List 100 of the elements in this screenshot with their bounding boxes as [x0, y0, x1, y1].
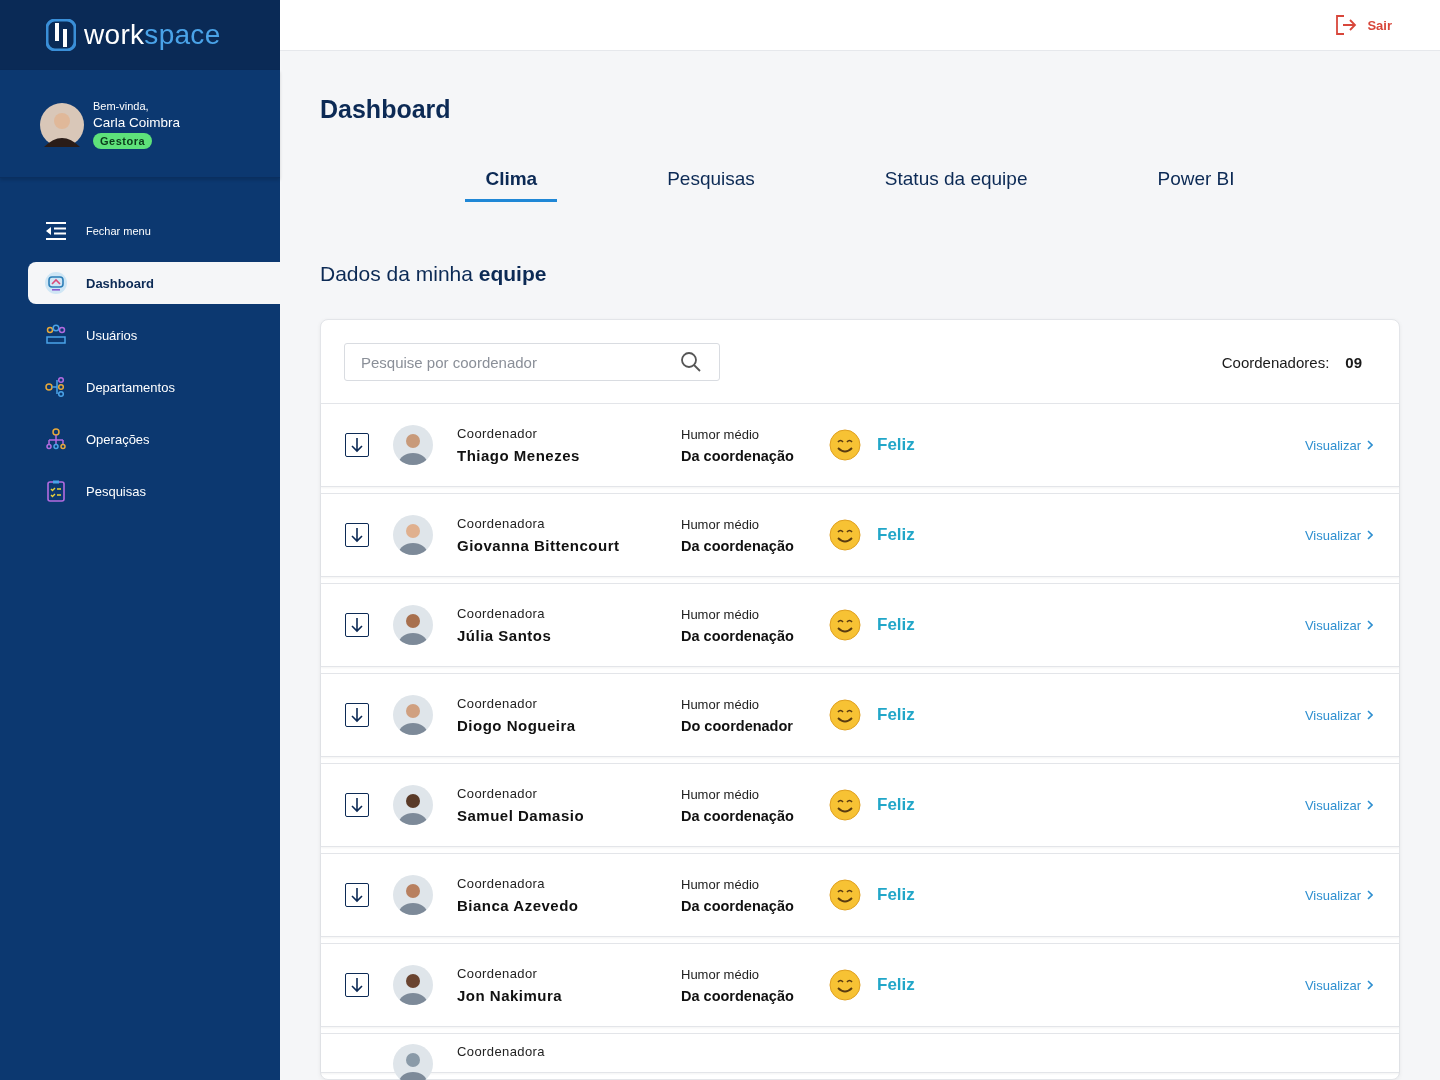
- mood-value: Feliz: [877, 795, 915, 815]
- coordinator-name: Bianca Azevedo: [457, 897, 580, 914]
- mood-scope: Do coordenador: [681, 717, 794, 734]
- view-link[interactable]: Visualizar: [1304, 437, 1373, 453]
- role-label: Coordenador: [457, 696, 539, 711]
- nav-item[interactable]: Pesquisas: [28, 470, 280, 512]
- role-label: Coordenador: [457, 426, 539, 441]
- smiley-icon: [829, 699, 861, 731]
- mood-value: Feliz: [877, 615, 915, 635]
- view-link[interactable]: Visualizar: [1304, 977, 1373, 993]
- nav-item[interactable]: Dashboard: [28, 262, 280, 304]
- greeting: Bem-vinda,: [93, 100, 150, 112]
- logo-text: workspace: [84, 19, 221, 51]
- search-field[interactable]: Pesquise por coordenador: [344, 343, 720, 381]
- avatar: [393, 425, 433, 465]
- coordinator-name: Samuel Damasio: [457, 807, 586, 824]
- download-button[interactable]: [345, 433, 369, 457]
- smiley-icon: [829, 879, 861, 911]
- nav-item[interactable]: Departamentos: [28, 366, 280, 408]
- download-icon: [350, 887, 364, 903]
- mood-value: Feliz: [877, 885, 915, 905]
- menu-collapse-icon: [44, 221, 68, 241]
- role-label: Coordenadora: [457, 876, 546, 891]
- role-label: Coordenadora: [457, 516, 546, 531]
- mood-value: Feliz: [877, 525, 915, 545]
- tab[interactable]: Pesquisas: [647, 164, 775, 202]
- mood-value: Feliz: [877, 975, 915, 995]
- download-icon: [350, 797, 364, 813]
- logo-icon: [46, 19, 76, 51]
- avatar: [393, 605, 433, 645]
- search-icon: [680, 351, 702, 373]
- mood-label: Humor médio: [681, 786, 761, 802]
- avatar: [393, 875, 433, 915]
- avatar: [393, 785, 433, 825]
- mood-value: Feliz: [877, 435, 915, 455]
- avatar: [393, 965, 433, 1005]
- user-name: Carla Coimbra: [93, 115, 181, 130]
- nav-item[interactable]: Usuários: [28, 314, 280, 356]
- mood-scope: Da coordenação: [681, 627, 795, 644]
- mood-scope: Da coordenação: [681, 897, 795, 914]
- users-icon: [44, 323, 68, 347]
- smiley-icon: [829, 789, 861, 821]
- chevron-icon: [1367, 980, 1373, 990]
- chevron-icon: [1367, 710, 1373, 720]
- logout-icon: [1335, 14, 1358, 36]
- download-button[interactable]: [345, 793, 369, 817]
- mood-scope: Da coordenação: [681, 807, 795, 824]
- view-link[interactable]: Visualizar: [1304, 707, 1373, 723]
- download-button[interactable]: [345, 523, 369, 547]
- download-icon: [350, 617, 364, 633]
- chevron-icon: [1367, 530, 1373, 540]
- coordinator-name: Giovanna Bittencourt: [457, 537, 621, 554]
- download-button[interactable]: [345, 973, 369, 997]
- coordinator-name: Júlia Santos: [457, 627, 553, 644]
- clipboard-icon: [44, 479, 68, 503]
- mood-scope: Da coordenação: [681, 987, 795, 1004]
- view-link[interactable]: Visualizar: [1304, 527, 1373, 543]
- view-link[interactable]: Visualizar: [1304, 797, 1373, 813]
- nav-item[interactable]: Operações: [28, 418, 280, 460]
- role-label: Coordenador: [457, 786, 539, 801]
- chevron-icon: [1367, 890, 1373, 900]
- avatar: [393, 515, 433, 555]
- tab[interactable]: Clima: [465, 164, 558, 202]
- section-title: Dados da minha equipe: [320, 262, 548, 286]
- mood-label: Humor médio: [681, 516, 761, 532]
- avatar: [393, 695, 433, 735]
- download-icon: [350, 527, 364, 543]
- coordinator-name: Jon Nakimura: [457, 987, 564, 1004]
- download-button[interactable]: [345, 883, 369, 907]
- hierarchy-icon: [44, 427, 68, 451]
- mood-label: Humor médio: [681, 966, 761, 982]
- mood-label: Humor médio: [681, 876, 761, 892]
- download-button[interactable]: [345, 703, 369, 727]
- mood-label: Humor médio: [681, 606, 761, 622]
- role-tag: Gestora: [93, 133, 153, 149]
- mood-value: Feliz: [877, 705, 915, 725]
- mood-label: Humor médio: [681, 426, 761, 442]
- smiley-icon: [829, 969, 861, 1001]
- page-title: Dashboard: [320, 95, 452, 124]
- close-menu-button[interactable]: Fechar menu: [28, 210, 280, 252]
- coordinator-name: Diogo Nogueira: [457, 717, 577, 734]
- role-label: Coordenadora: [457, 1044, 546, 1059]
- tab[interactable]: Power BI: [1137, 164, 1255, 202]
- chevron-icon: [1367, 440, 1373, 450]
- smiley-icon: [829, 519, 861, 551]
- mood-scope: Da coordenação: [681, 447, 795, 464]
- view-link[interactable]: Visualizar: [1304, 887, 1373, 903]
- count-value: 09: [1345, 353, 1362, 371]
- chevron-icon: [1367, 800, 1373, 810]
- tab[interactable]: Status da equipe: [864, 164, 1048, 202]
- smiley-icon: [829, 609, 861, 641]
- logout-button[interactable]: Sair: [1329, 13, 1398, 37]
- coordinator-name: Thiago Menezes: [457, 447, 581, 464]
- count-label: Coordenadores:: [1221, 353, 1330, 371]
- download-button[interactable]: [345, 613, 369, 637]
- view-link[interactable]: Visualizar: [1304, 617, 1373, 633]
- role-label: Coordenadora: [457, 606, 546, 621]
- smiley-icon: [829, 429, 861, 461]
- mood-label: Humor médio: [681, 696, 761, 712]
- chevron-icon: [1367, 620, 1373, 630]
